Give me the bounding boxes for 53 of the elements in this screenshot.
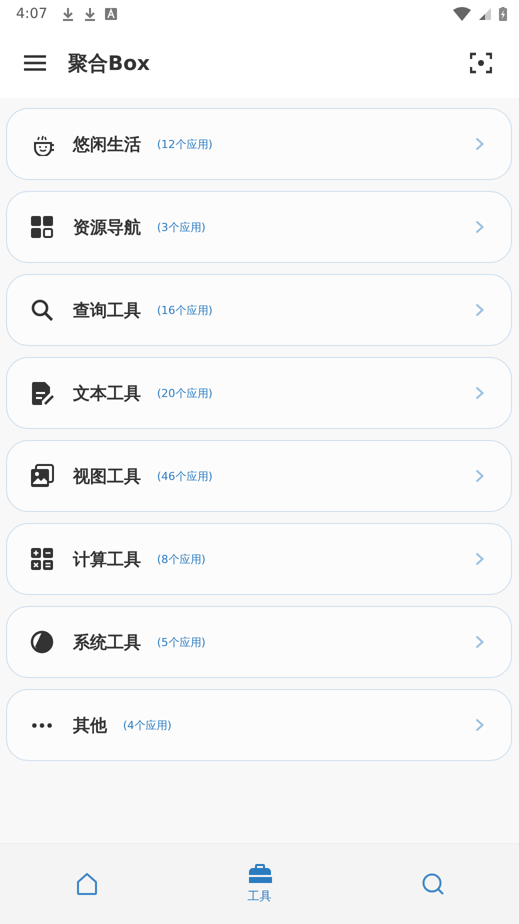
document-pencil-icon bbox=[30, 381, 54, 405]
category-name: 视图工具 bbox=[73, 466, 141, 488]
image-stack-icon bbox=[30, 464, 54, 488]
chevron-right-icon bbox=[475, 386, 484, 400]
grid-icon bbox=[30, 215, 54, 239]
app-count: (12个应用) bbox=[157, 136, 213, 152]
more-icon bbox=[32, 722, 52, 728]
category-card[interactable]: 悠闲生活 (12个应用) bbox=[6, 108, 512, 180]
download-icon bbox=[61, 7, 76, 21]
app-count: (4个应用) bbox=[123, 718, 172, 732]
chevron-right-icon bbox=[475, 220, 484, 234]
category-card[interactable]: 视图工具 (46个应用) bbox=[6, 440, 512, 512]
search-icon bbox=[420, 872, 444, 896]
category-name: 文本工具 bbox=[73, 382, 141, 404]
chevron-right-icon bbox=[475, 137, 484, 151]
category-card[interactable]: 系统工具 (5个应用) bbox=[6, 606, 512, 678]
app-count: (5个应用) bbox=[157, 634, 206, 650]
category-name: 其他 bbox=[73, 714, 107, 736]
chevron-right-icon bbox=[475, 552, 484, 566]
category-card[interactable]: 计算工具 (8个应用) bbox=[6, 523, 512, 595]
contrast-icon bbox=[30, 630, 54, 654]
search-icon bbox=[30, 298, 54, 322]
category-name: 悠闲生活 bbox=[73, 134, 141, 156]
battery-icon bbox=[499, 7, 507, 21]
app-count: (20个应用) bbox=[157, 386, 213, 400]
calculator-icon bbox=[30, 547, 54, 571]
category-card[interactable]: 资源导航 (3个应用) bbox=[6, 191, 512, 263]
nav-tab[interactable]: 工具 bbox=[173, 863, 346, 905]
category-card[interactable]: 文本工具 (20个应用) bbox=[6, 357, 512, 429]
app-count: (46个应用) bbox=[157, 468, 213, 484]
chevron-right-icon bbox=[475, 303, 484, 317]
app-count: (16个应用) bbox=[157, 302, 213, 318]
app-count: (3个应用) bbox=[157, 220, 206, 234]
menu-icon[interactable] bbox=[24, 55, 46, 71]
signal-icon bbox=[479, 8, 491, 20]
keyboard-a-icon bbox=[105, 8, 118, 20]
wifi-icon bbox=[453, 7, 471, 21]
category-card[interactable]: 其他 (4个应用) bbox=[6, 689, 512, 761]
category-name: 计算工具 bbox=[73, 548, 141, 570]
scan-icon[interactable] bbox=[470, 52, 492, 74]
toolbox-icon bbox=[248, 863, 272, 885]
category-card[interactable]: 查询工具 (16个应用) bbox=[6, 274, 512, 346]
chevron-right-icon bbox=[475, 718, 484, 732]
category-name: 资源导航 bbox=[73, 216, 141, 238]
chevron-right-icon bbox=[475, 469, 484, 483]
home-icon bbox=[74, 872, 98, 896]
app-title: 聚合Box bbox=[68, 50, 150, 76]
category-name: 系统工具 bbox=[73, 632, 141, 654]
download-icon bbox=[83, 7, 98, 21]
category-name: 查询工具 bbox=[73, 300, 141, 322]
chevron-right-icon bbox=[475, 635, 484, 649]
app-count: (8个应用) bbox=[157, 552, 206, 566]
status-time: 4:07 bbox=[16, 6, 48, 22]
